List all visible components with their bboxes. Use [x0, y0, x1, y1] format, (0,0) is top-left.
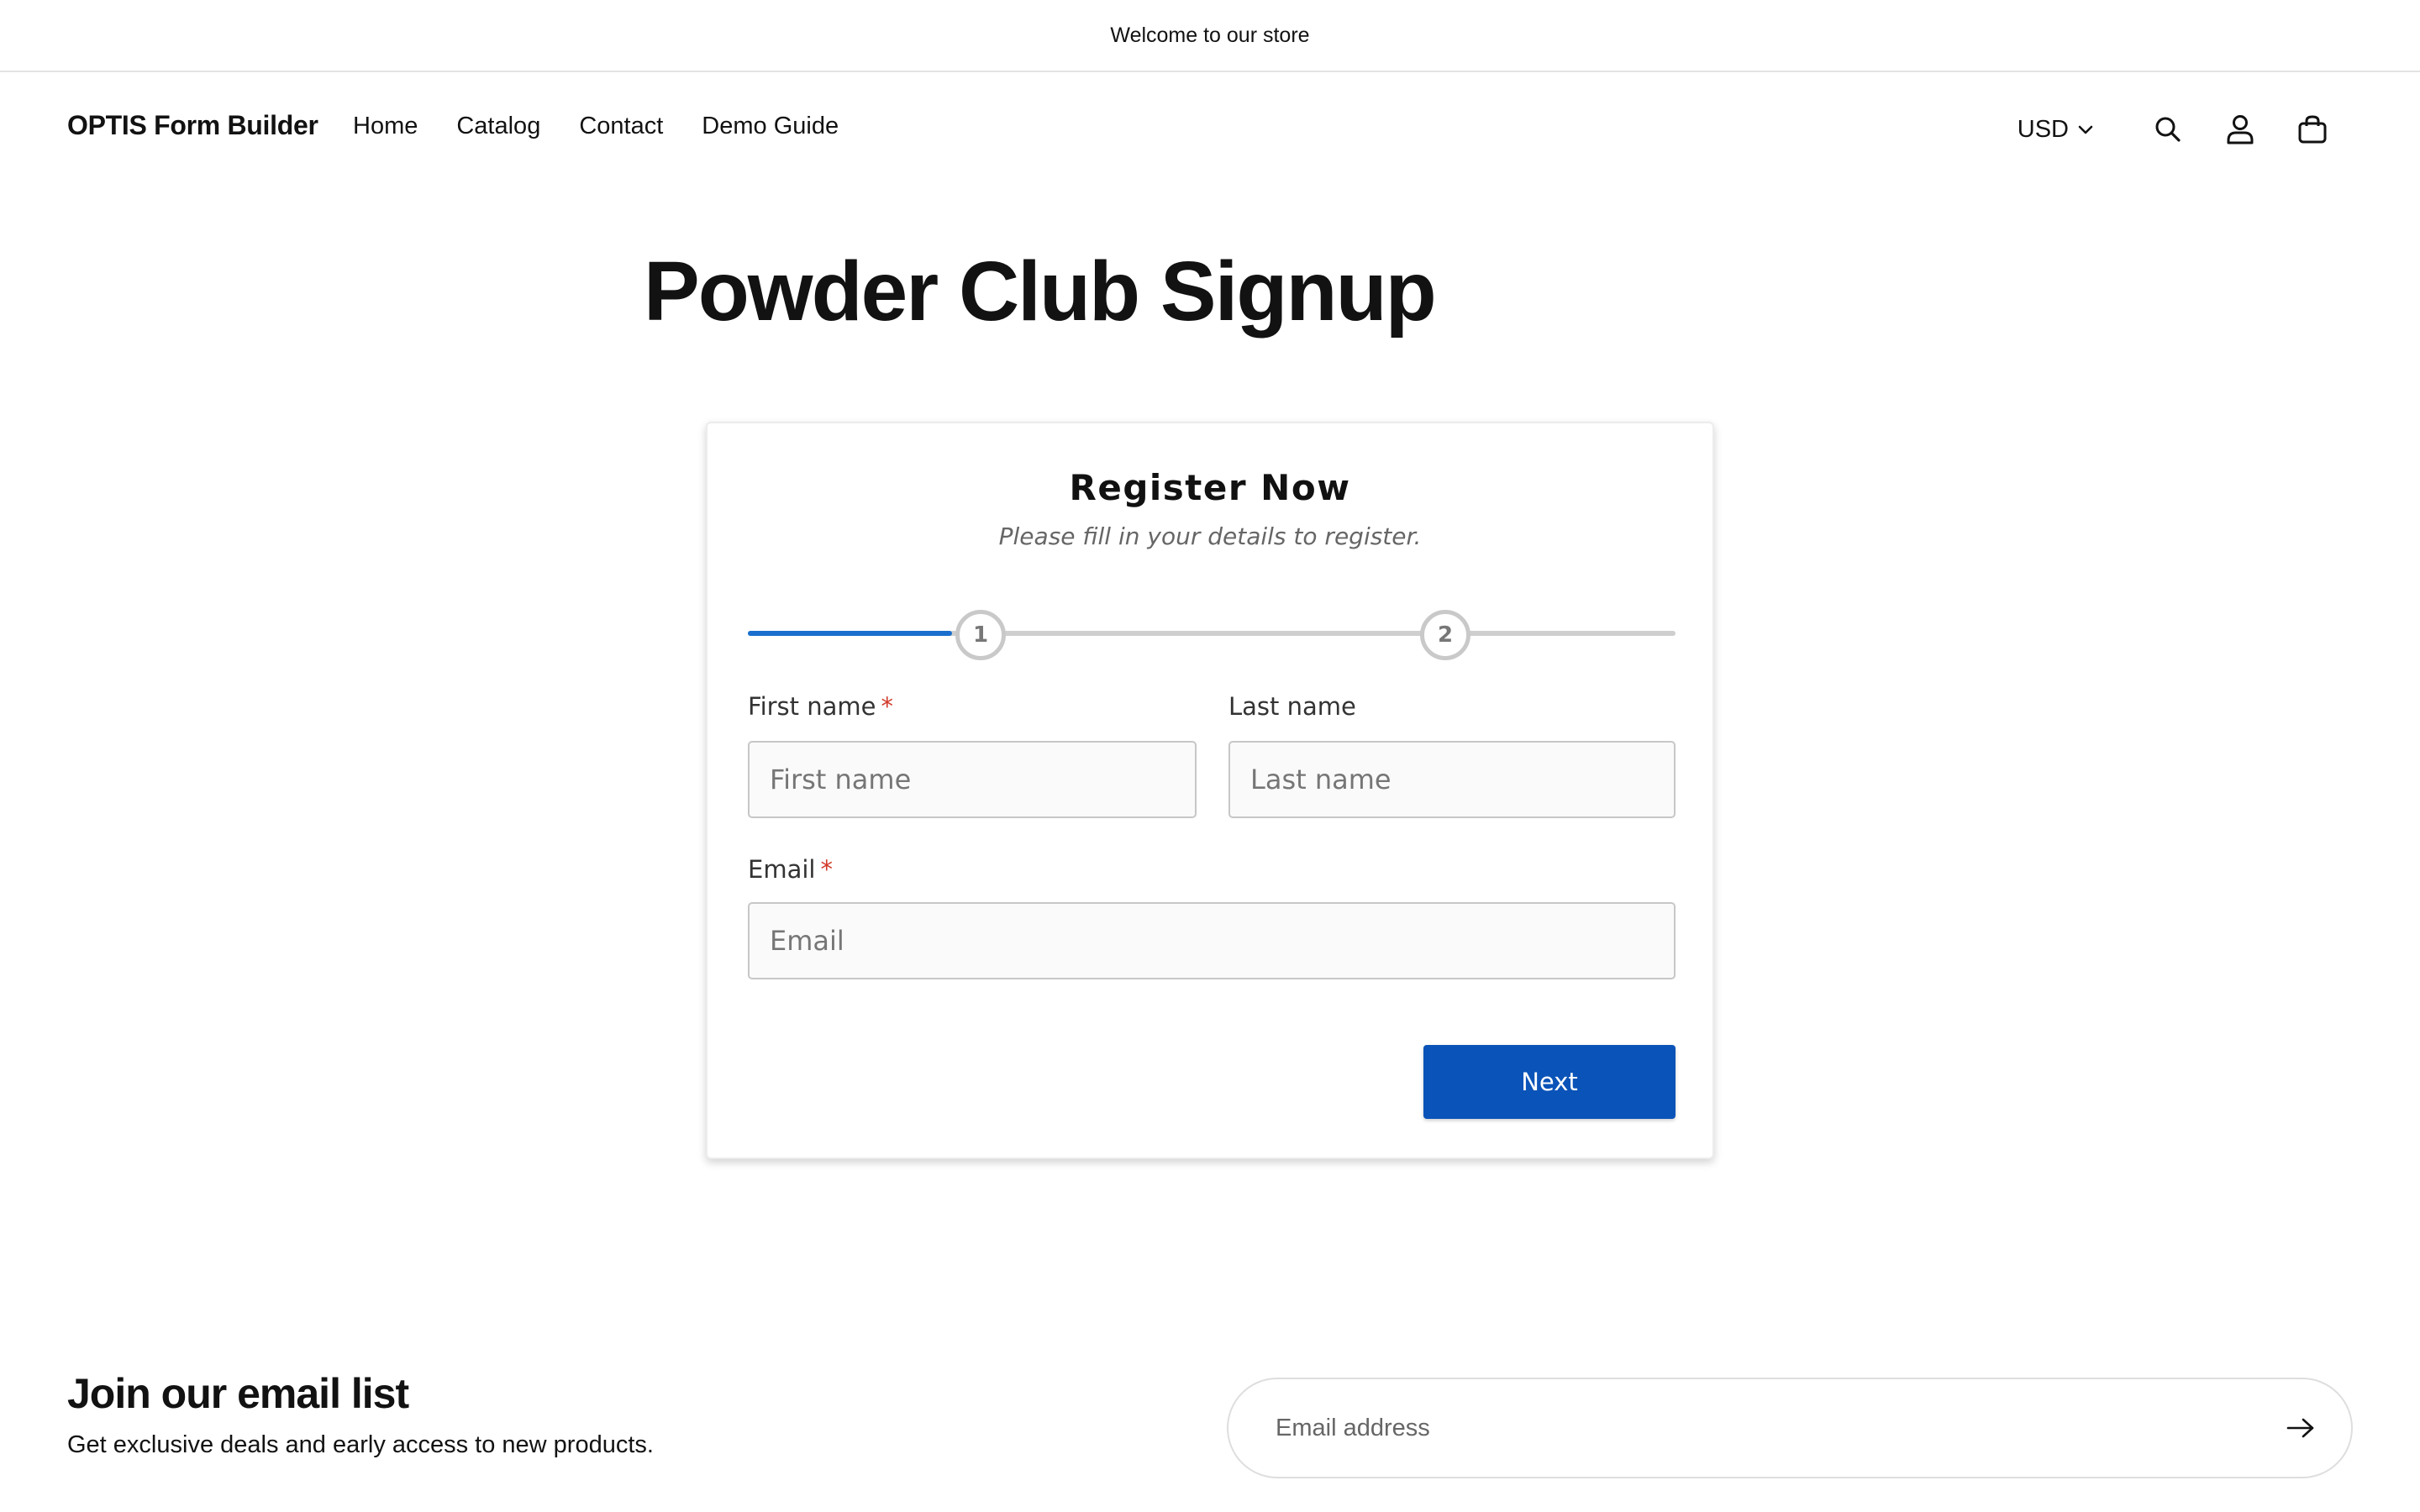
- newsletter-subtitle: Get exclusive deals and early access to …: [67, 1431, 654, 1458]
- newsletter-email-input[interactable]: [1276, 1379, 2200, 1477]
- search-button[interactable]: [2144, 106, 2191, 153]
- nav-home[interactable]: Home: [353, 113, 418, 140]
- account-button[interactable]: [2217, 106, 2264, 153]
- main-nav: Home Catalog Contact Demo Guide: [353, 113, 877, 140]
- page-title: Powder Club Signup: [644, 244, 1437, 339]
- registration-form-card: Register Now Please fill in your details…: [706, 422, 1714, 1159]
- step-indicator-1: 1: [955, 610, 1006, 660]
- currency-label: USD: [2017, 115, 2069, 143]
- cart-button[interactable]: [2289, 106, 2336, 153]
- email-label: Email *: [748, 855, 833, 884]
- chevron-down-icon: [2078, 125, 2093, 134]
- store-logo[interactable]: OPTIS Form Builder: [67, 110, 318, 141]
- last-name-label: Last name: [1228, 692, 1356, 721]
- progress-stepper: 1 2: [748, 610, 1676, 660]
- newsletter-form: [1227, 1378, 2353, 1478]
- form-title: Register Now: [1069, 467, 1351, 508]
- newsletter-submit-button[interactable]: [2275, 1403, 2326, 1453]
- next-button[interactable]: Next: [1423, 1045, 1676, 1119]
- first-name-label-text: First name: [748, 692, 876, 721]
- header-actions: USD: [2018, 106, 2336, 153]
- first-name-input[interactable]: [748, 741, 1197, 818]
- announcement-bar: Welcome to our store: [0, 0, 2420, 72]
- last-name-input[interactable]: [1228, 741, 1676, 818]
- last-name-label-text: Last name: [1228, 692, 1356, 721]
- nav-catalog[interactable]: Catalog: [456, 113, 540, 140]
- cart-icon: [2298, 115, 2327, 144]
- nav-contact[interactable]: Contact: [579, 113, 663, 140]
- newsletter-title: Join our email list: [67, 1370, 409, 1417]
- step-indicator-2: 2: [1420, 610, 1470, 660]
- nav-demo-guide[interactable]: Demo Guide: [702, 113, 839, 140]
- progress-fill: [748, 631, 952, 636]
- currency-selector[interactable]: USD: [2018, 116, 2094, 144]
- email-input[interactable]: [748, 902, 1676, 979]
- required-asterisk: *: [820, 855, 833, 884]
- first-name-label: First name *: [748, 692, 893, 721]
- email-label-text: Email: [748, 855, 816, 884]
- site-header: OPTIS Form Builder Home Catalog Contact …: [0, 72, 2420, 186]
- arrow-right-icon: [2286, 1418, 2314, 1438]
- required-asterisk: *: [881, 692, 894, 721]
- search-icon: [2155, 117, 2181, 142]
- account-icon: [2227, 115, 2254, 144]
- announcement-text: Welcome to our store: [1110, 23, 1310, 47]
- form-subtitle: Please fill in your details to register.: [998, 522, 1422, 550]
